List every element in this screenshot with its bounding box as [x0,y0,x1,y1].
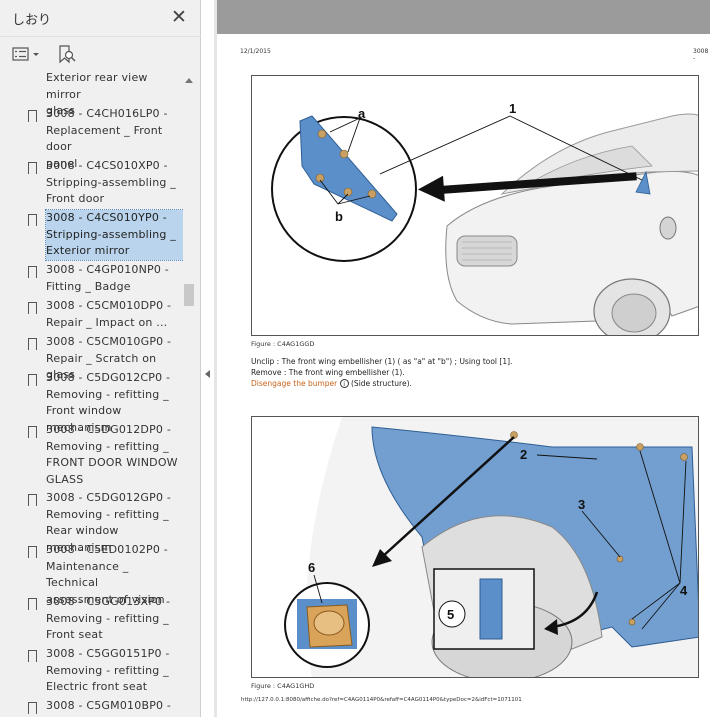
bookmark-icon [28,214,37,230]
bookmark-label: 3008 - C4CS010XP0 - Stripping-assembling… [46,159,176,205]
car-front-illustration: 1 a b [271,101,698,335]
bookmark-icon [28,266,37,282]
info-icon[interactable]: i [339,379,349,388]
bookmark-icon [28,374,37,390]
bookmarks-toolbar [0,36,201,70]
callout-3: 3 [578,497,585,512]
bookmark-label: 3008 - C5GM010BP0 - Repair _ Seat trim [46,699,172,717]
instruction-text: Unclip : The front wing embellisher (1) … [251,356,512,389]
bookmark-icon [28,302,37,318]
callout-1: 1 [509,101,516,116]
bookmarks-panel: しおり ✕ Exterior rear view mirror glass 30… [0,0,201,717]
callout-b: b [335,209,343,224]
scroll-up-icon[interactable] [185,78,193,83]
instruction-disengage: Disengage the bumper i (Side structure). [251,378,512,389]
bookmark-icon [28,598,37,614]
page-header-date: 12/1/2015 [240,48,271,55]
panel-title: しおり [12,13,52,28]
bookmark-icon [28,110,37,126]
bookmark-label: 3008 - C5GG0151P0 - Removing - refitting… [46,647,170,693]
callout-4: 4 [680,583,688,598]
bookmark-label: 3008 - C4CS010YP0 - Stripping-assembling… [45,209,183,261]
bookmarks-panel-header: しおり ✕ [0,0,201,36]
bookmark-label: 3008 - C5CM010DP0 - Repair _ Impact on .… [46,299,172,329]
bookmark-list: Exterior rear view mirror glass 3008 - C… [0,70,183,717]
callout-2: 2 [520,447,527,462]
figure-front-wing-embellisher: 1 a b [251,75,699,336]
callout-5: 5 [447,607,454,622]
scroll-thumb[interactable] [184,284,194,306]
collapse-panel-icon[interactable] [205,370,210,378]
bookmark-icon [28,494,37,510]
instruction-remove: Remove : The front wing embellisher (1). [251,368,405,377]
close-panel-button[interactable]: ✕ [169,6,189,28]
bookmark-label: 3008 - C4GP010NP0 - Fitting _ Badge [46,263,169,293]
bookmark-icon [28,162,37,178]
find-current-bookmark-button[interactable] [56,43,78,65]
document-page: 12/1/2015 3008 - 1 a b Figure: C4AG1GGD… [217,34,710,717]
front-wing-illustration: 2 3 4 5 6 [284,417,698,677]
bookmark-icon [28,546,37,562]
bookmark-label: 3008 - C5GG013XP0 - Removing - refitting… [46,595,171,641]
instruction-unclip: Unclip : The front wing embellisher (1) … [251,357,513,366]
bookmark-icon [28,426,37,442]
instruction-suffix: (Side structure). [348,379,412,388]
footer-url: http://127.0.0.1:8080/affiche.do?ref=C4A… [241,697,522,703]
figure-2-caption: Figure : C4AG1GHD [251,682,315,690]
document-top-bar [217,0,710,34]
figure-front-wing-fixings: 2 3 4 5 6 [251,416,699,678]
bookmark-icon [28,650,37,666]
callout-6: 6 [308,560,315,575]
bookmark-icon [28,702,37,717]
bookmark-icon [28,338,37,354]
page-header-title: 3008 - [693,48,709,62]
bookmark-search-icon [59,45,76,64]
list-options-icon [12,47,39,61]
bookmark-scrollbar[interactable] [183,76,195,717]
disengage-bumper-link[interactable]: Disengage the bumper [251,379,337,388]
callout-a: a [358,106,366,121]
options-menu-button[interactable] [10,43,44,65]
figure-1-caption: Figure : C4AG1GGD [251,340,315,348]
bookmark-label: 3008 - C5DG012DP0 - Removing - refitting… [46,423,178,486]
